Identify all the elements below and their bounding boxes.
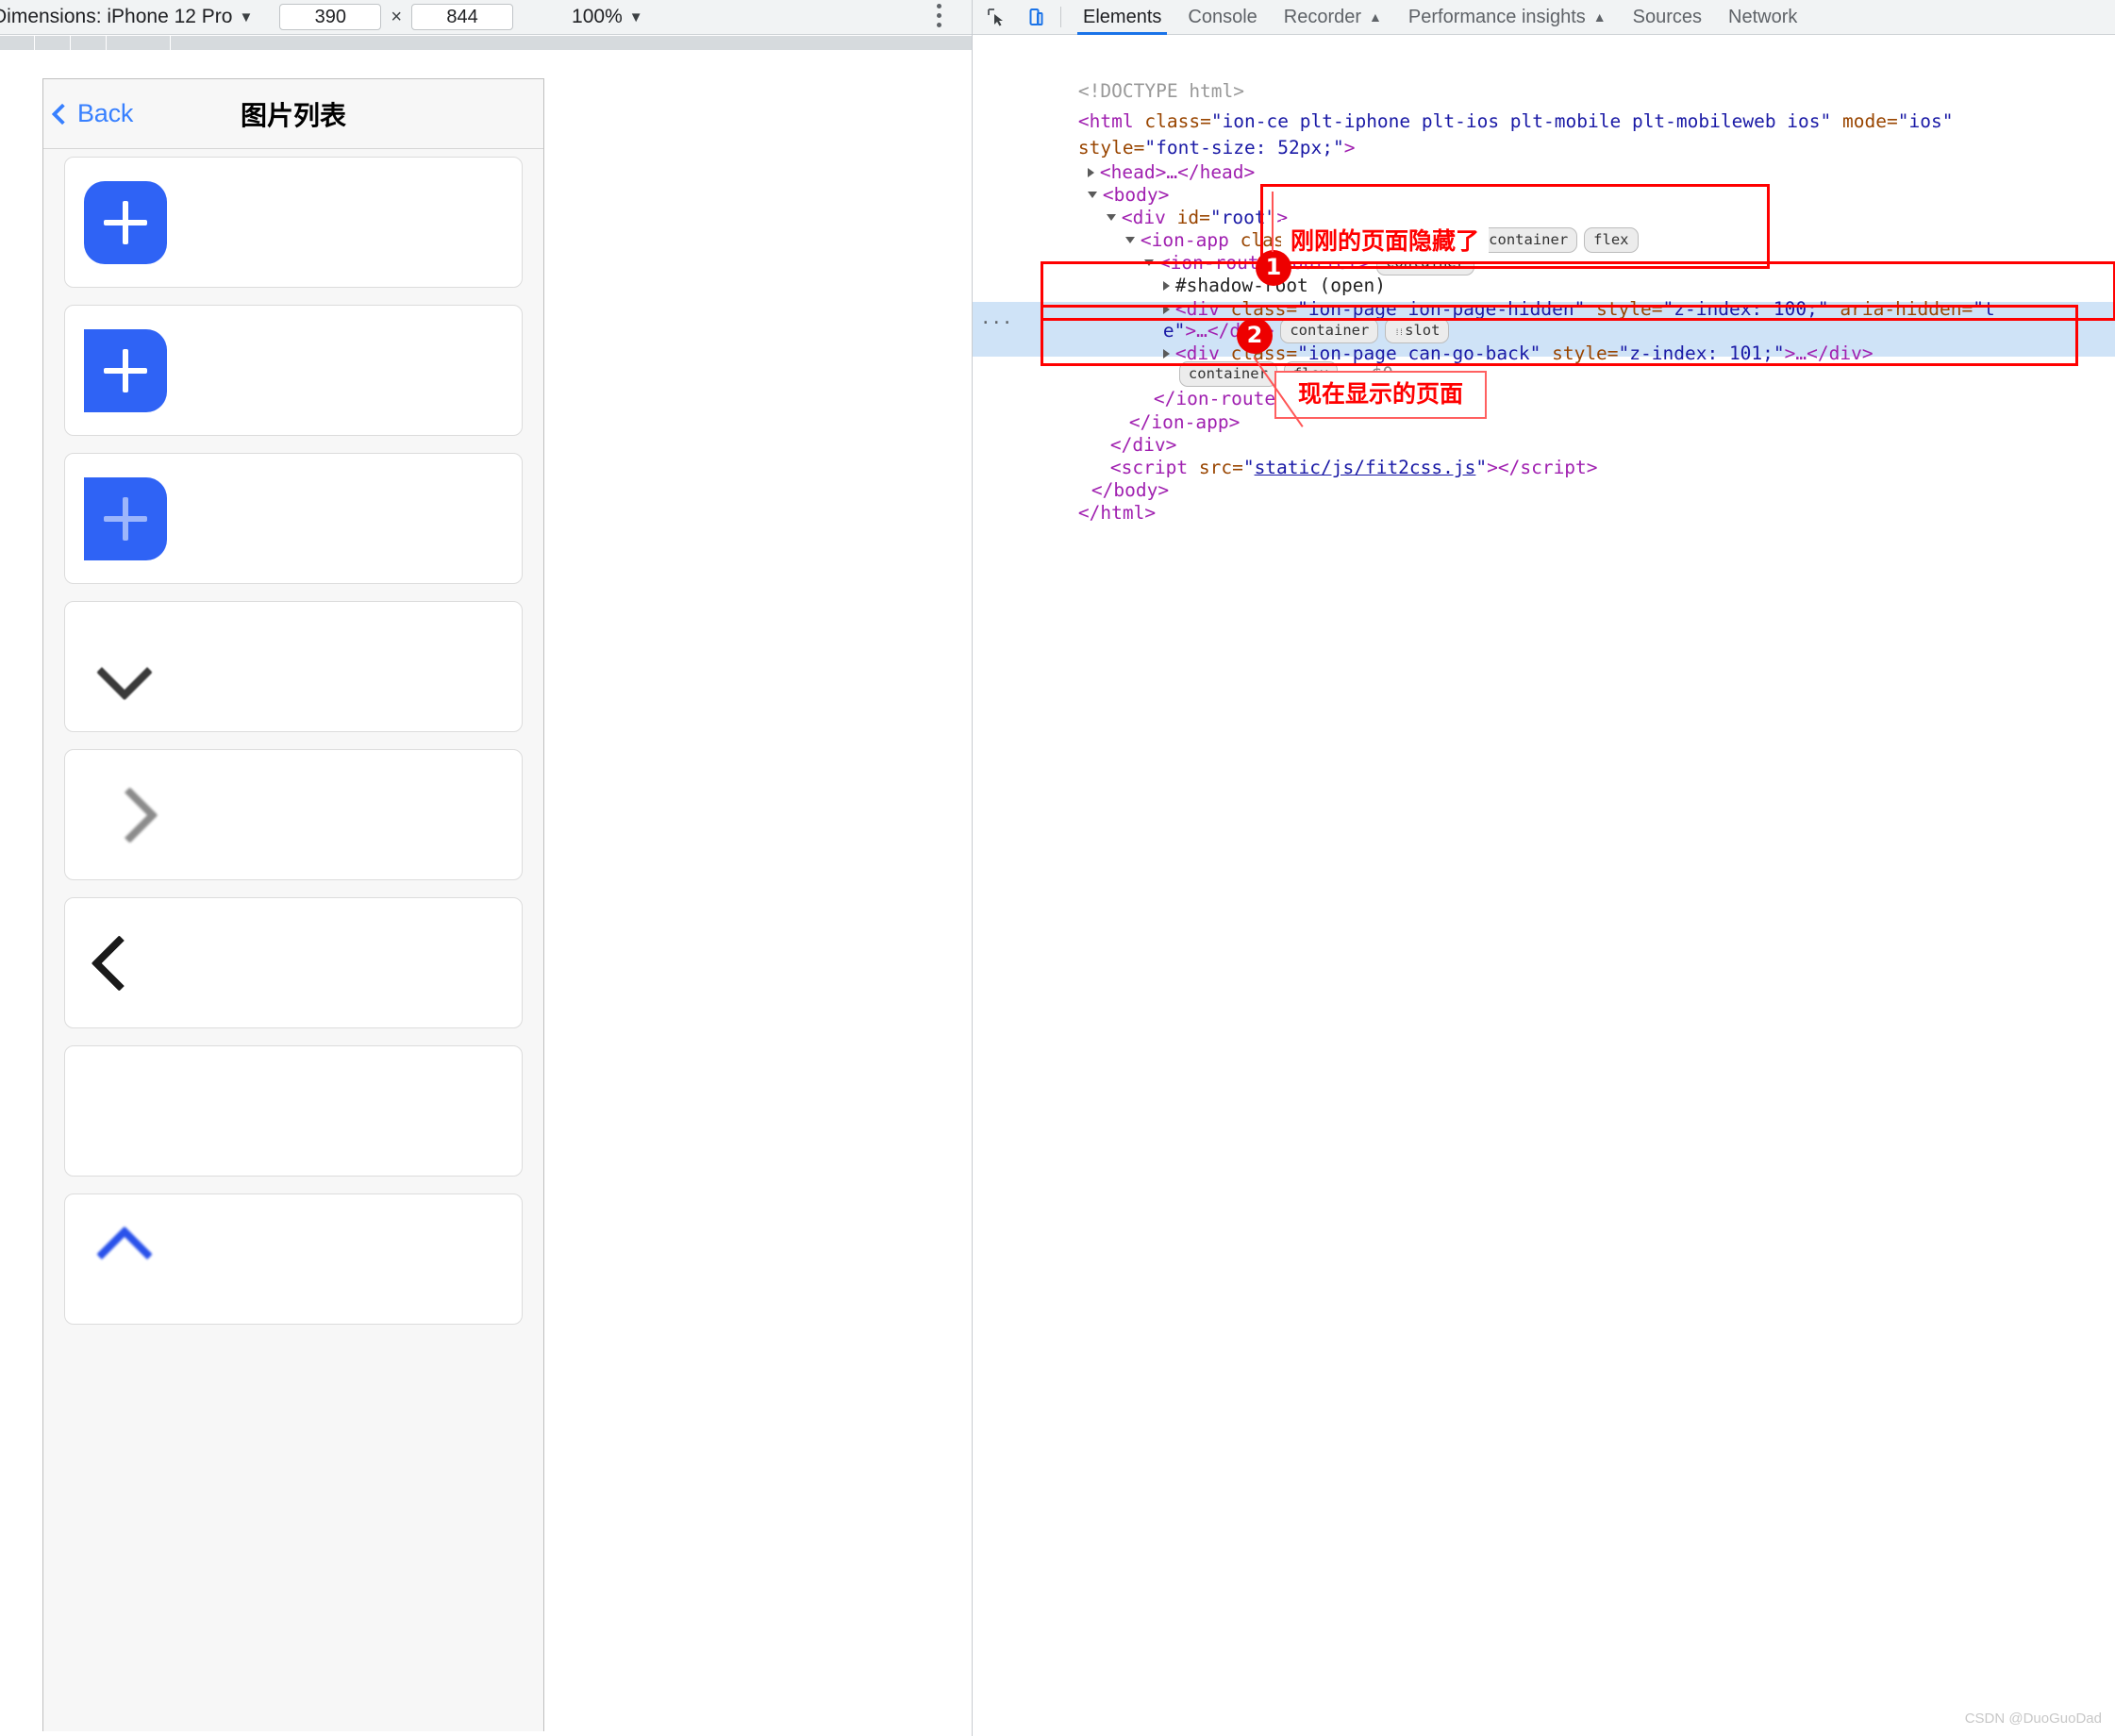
list-item[interactable] <box>64 305 523 436</box>
plus-icon <box>104 201 147 244</box>
annotation-number-1: 1 <box>1256 250 1291 286</box>
thumbnail[interactable] <box>84 181 167 264</box>
chevron-down-icon <box>89 630 160 702</box>
thumbnail[interactable] <box>84 329 167 412</box>
more-options-icon[interactable] <box>936 4 941 27</box>
list-item[interactable] <box>64 601 523 732</box>
viewport-width-input[interactable]: 390 <box>279 4 381 30</box>
tab-performance-insights[interactable]: Performance insights ▲ <box>1395 0 1620 35</box>
flex-badge[interactable]: flex <box>1584 227 1638 253</box>
device-toolbar-icon[interactable] <box>1020 3 1052 31</box>
experiment-icon: ▲ <box>1593 9 1607 25</box>
tab-network[interactable]: Network <box>1715 0 1810 35</box>
toolbar-divider <box>1060 7 1061 27</box>
image-list <box>43 149 543 1325</box>
chevron-left-icon <box>52 103 74 125</box>
screenshot-root: Dimensions: iPhone 12 Pro ▼ 390 × 844 10… <box>0 0 2115 1736</box>
annotation-number-2: 2 <box>1237 318 1273 354</box>
code-line-html-close: </html> <box>990 474 1156 554</box>
tab-recorder[interactable]: Recorder ▲ <box>1271 0 1395 35</box>
chevron-right-icon <box>89 778 160 850</box>
viewport-ruler <box>0 36 972 50</box>
plus-icon <box>104 349 147 392</box>
zoom-chevron-down-icon[interactable]: ▼ <box>629 9 643 25</box>
device-emulation-pane: Dimensions: iPhone 12 Pro ▼ 390 × 844 10… <box>0 0 972 1736</box>
chevron-up-icon <box>89 1223 160 1294</box>
annotation-text-1: 刚刚的页面隐藏了 <box>1281 220 1489 264</box>
zoom-dropdown-label[interactable]: 100% <box>572 6 623 28</box>
viewport-height-input[interactable]: 844 <box>411 4 513 30</box>
tab-sources[interactable]: Sources <box>1620 0 1715 35</box>
thumbnail[interactable] <box>84 477 167 560</box>
back-button-label: Back <box>77 99 133 128</box>
container-badge[interactable]: container <box>1479 227 1577 253</box>
devtools-tabbar: Elements Console Recorder ▲ Performance … <box>973 0 2115 35</box>
experiment-icon: ▲ <box>1369 9 1382 25</box>
devtools-panel: Elements Console Recorder ▲ Performance … <box>972 0 2115 1736</box>
dimensions-dropdown-label[interactable]: Dimensions: iPhone 12 Pro <box>0 6 232 28</box>
list-item[interactable] <box>64 749 523 880</box>
chevron-down-icon[interactable]: ▼ <box>239 9 253 25</box>
list-item[interactable] <box>64 1194 523 1325</box>
chevron-left-icon <box>89 926 160 998</box>
tab-elements[interactable]: Elements <box>1070 0 1174 35</box>
blank-icon <box>99 1086 150 1137</box>
dom-tree: <!DOCTYPE html> <html class="ion-ce plt-… <box>973 35 2115 695</box>
annotation-leader-1 <box>1272 192 1274 252</box>
annotation-text-2: 现在显示的页面 <box>1274 371 1487 419</box>
gutter-ellipsis: ··· <box>980 310 1012 337</box>
plus-icon <box>104 497 147 541</box>
emulation-toolbar: Dimensions: iPhone 12 Pro ▼ 390 × 844 10… <box>0 0 972 35</box>
script-src-link[interactable]: static/js/fit2css.js <box>1255 457 1476 478</box>
list-item[interactable] <box>64 897 523 1028</box>
list-item[interactable] <box>64 453 523 584</box>
multiply-icon: × <box>391 7 402 28</box>
back-button[interactable]: Back <box>55 99 133 128</box>
tab-console[interactable]: Console <box>1174 0 1270 35</box>
inspect-element-icon[interactable] <box>980 3 1012 31</box>
list-item[interactable] <box>64 1045 523 1177</box>
emulated-viewport: Back 图片列表 <box>42 78 544 1731</box>
watermark: CSDN @DuoGuoDad <box>1965 1711 2102 1727</box>
list-item[interactable] <box>64 157 523 288</box>
ion-header: Back 图片列表 <box>43 79 543 149</box>
